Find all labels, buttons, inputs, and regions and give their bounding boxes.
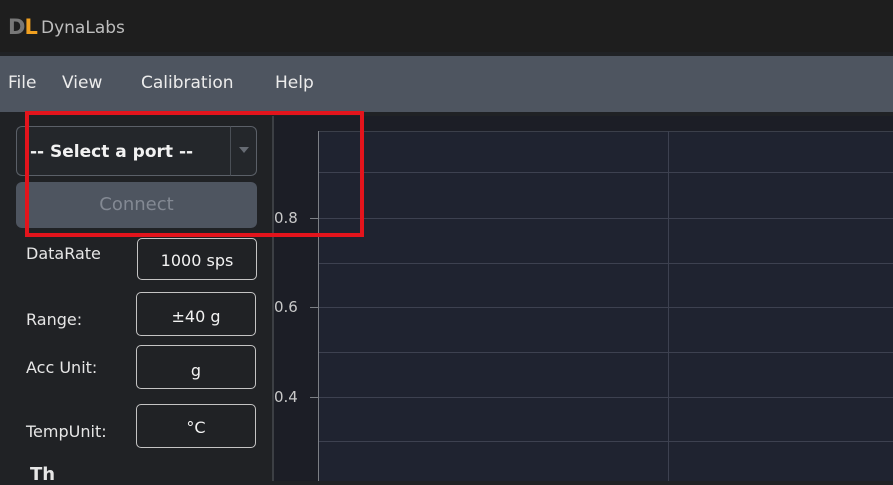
acc-unit-field[interactable]: g <box>136 345 256 389</box>
grid-line <box>319 263 893 264</box>
y-tick <box>310 397 318 398</box>
grid-line <box>319 172 893 173</box>
y-tick-label: 0.6 <box>274 298 298 316</box>
acc-unit-label: Acc Unit: <box>26 358 98 377</box>
highlight-box <box>25 111 364 237</box>
menu-file[interactable]: File <box>8 73 36 93</box>
section-label-partial: Th <box>30 464 56 485</box>
y-tick <box>310 307 318 308</box>
plot-area[interactable] <box>318 131 893 481</box>
grid-line <box>319 441 893 442</box>
grid-line <box>319 218 893 219</box>
range-field[interactable]: ±40 g <box>136 292 256 336</box>
menu-help[interactable]: Help <box>275 73 314 93</box>
menu-bar: File View Calibration Help <box>0 56 893 112</box>
grid-line <box>319 397 893 398</box>
datarate-label: DataRate <box>26 244 101 263</box>
plot-top-border <box>318 131 893 132</box>
range-label: Range: <box>26 310 83 329</box>
temp-unit-label: TempUnit: <box>26 422 107 441</box>
datarate-field[interactable]: 1000 sps <box>137 238 257 280</box>
grid-line <box>319 307 893 308</box>
grid-line <box>668 131 669 481</box>
grid-line <box>319 352 893 353</box>
temp-unit-field[interactable]: °C <box>136 404 256 448</box>
menu-view[interactable]: View <box>62 73 102 93</box>
title-bar: DL DynaLabs <box>0 0 893 52</box>
menu-calibration[interactable]: Calibration <box>141 73 234 93</box>
app-title: DynaLabs <box>41 18 125 38</box>
app-logo: DL <box>8 15 38 39</box>
y-tick-label: 0.4 <box>274 388 298 406</box>
